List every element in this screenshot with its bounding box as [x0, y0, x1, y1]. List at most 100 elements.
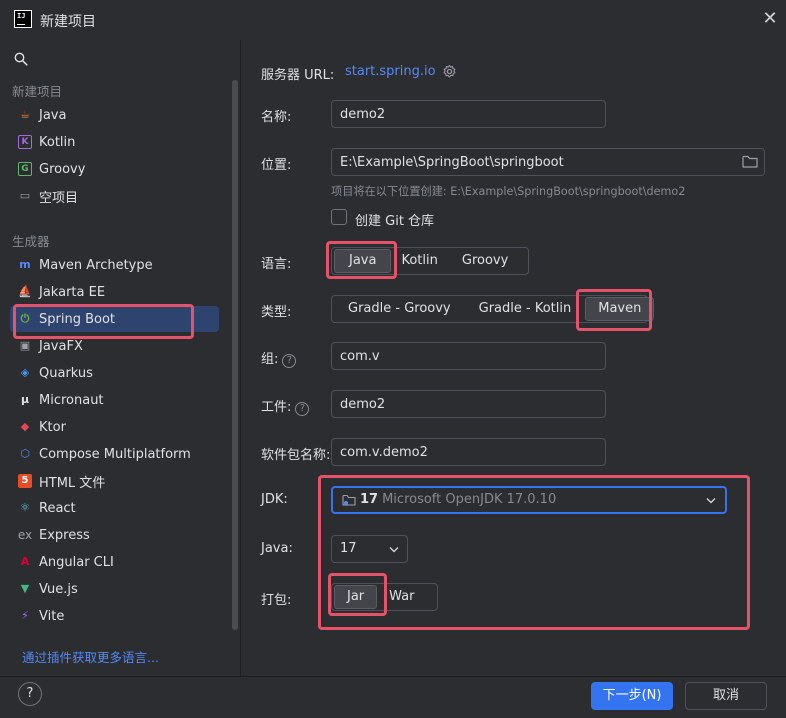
sidebar-item-label: HTML 文件 — [39, 475, 106, 491]
help-icon[interactable]: ? — [295, 402, 310, 416]
language-option-kotlin[interactable]: Kotlin — [391, 249, 449, 273]
ktor-icon: ◆ — [20, 420, 30, 433]
packaging-label: 打包: — [261, 593, 292, 608]
groovy-icon: G — [18, 162, 32, 176]
sidebar-item-label: Micronaut — [39, 392, 104, 408]
language-label: 语言: — [261, 257, 292, 272]
sidebar-item-compose[interactable]: ⬡ Compose Multiplatform — [10, 441, 219, 467]
language-option-groovy[interactable]: Groovy — [450, 249, 520, 273]
type-option-gradle-groovy[interactable]: Gradle - Groovy — [334, 297, 465, 321]
chevron-down-icon — [706, 498, 716, 504]
jakarta-ee-icon: ⛵ — [18, 285, 32, 298]
sidebar-item-kotlin[interactable]: K Kotlin — [10, 129, 219, 155]
sidebar-item-quarkus[interactable]: ◈ Quarkus — [10, 360, 219, 386]
server-url-label: 服务器 URL: — [261, 68, 335, 83]
html5-icon: 5 — [18, 474, 32, 488]
git-checkbox-label: 创建 Git 仓库 — [355, 214, 435, 229]
packaging-option-jar[interactable]: Jar — [334, 585, 378, 609]
express-icon: ex — [17, 528, 33, 542]
next-button[interactable]: 下一步(N) — [591, 682, 673, 710]
sidebar-item-vue[interactable]: ▼ Vue.js — [10, 576, 219, 602]
sidebar-item-label: Vue.js — [39, 581, 78, 597]
sidebar-item-empty-project[interactable]: ▭ 空项目 — [10, 183, 219, 209]
language-selector: Java Kotlin Groovy — [331, 247, 529, 275]
sidebar-item-label: React — [39, 500, 76, 516]
help-button[interactable]: ? — [18, 682, 42, 706]
java-version-value: 17 — [340, 541, 357, 556]
server-url-link[interactable]: start.spring.io — [345, 64, 436, 79]
sidebar-item-label: Java — [39, 107, 67, 123]
empty-project-icon: ▭ — [19, 189, 31, 202]
sidebar-item-html5[interactable]: 5 HTML 文件 — [10, 468, 219, 494]
jdk-dropdown[interactable]: 17 Microsoft OpenJDK 17.0.10 — [331, 486, 727, 514]
quarkus-icon: ◈ — [20, 366, 30, 379]
intellij-app-icon: IJ — [14, 10, 32, 28]
jdk-label: JDK: — [261, 492, 288, 507]
sidebar-item-maven[interactable]: m Maven Archetype — [10, 252, 219, 278]
kotlin-icon: K — [18, 135, 32, 149]
sidebar-item-label: Quarkus — [39, 365, 93, 381]
sidebar-item-label: Compose Multiplatform — [39, 446, 191, 462]
sidebar-item-express[interactable]: ex Express — [10, 522, 219, 548]
sidebar-item-label: 空项目 — [39, 190, 79, 206]
sidebar-item-label: Vite — [39, 608, 65, 624]
build-type-selector: Gradle - Groovy Gradle - Kotlin Maven — [331, 295, 655, 323]
sidebar-item-groovy[interactable]: G Groovy — [10, 156, 219, 182]
sidebar-item-label: Groovy — [39, 161, 86, 177]
sidebar-item-javafx[interactable]: ▣ JavaFX — [10, 333, 219, 359]
type-label: 类型: — [261, 305, 292, 320]
sidebar-item-micronaut[interactable]: μ Micronaut — [10, 387, 219, 413]
sidebar-item-react[interactable]: ⚛ React — [10, 495, 219, 521]
sidebar-item-label: Maven Archetype — [39, 257, 153, 273]
angular-icon: A — [20, 555, 30, 568]
artifact-input[interactable] — [331, 390, 606, 418]
name-label: 名称: — [261, 110, 292, 125]
sidebar-item-label: Express — [39, 527, 90, 543]
java-version-dropdown[interactable]: 17 — [331, 535, 408, 563]
name-input[interactable] — [331, 100, 606, 128]
package-name-label: 软件包名称: — [261, 448, 331, 463]
java-version-label: Java: — [261, 541, 293, 556]
location-input[interactable] — [331, 148, 765, 176]
help-icon[interactable]: ? — [282, 354, 297, 368]
type-option-gradle-kotlin[interactable]: Gradle - Kotlin — [465, 297, 586, 321]
more-plugins-link[interactable]: 通过插件获取更多语言... — [22, 647, 159, 666]
sidebar-item-vite[interactable]: ⚡ Vite — [10, 603, 219, 629]
folder-icon[interactable] — [742, 155, 758, 168]
sidebar-item-spring-boot[interactable]: ⏻ Spring Boot — [10, 306, 219, 332]
gear-icon[interactable] — [442, 64, 457, 79]
type-option-maven[interactable]: Maven — [585, 297, 655, 321]
sidebar-item-angular[interactable]: A Angular CLI — [10, 549, 219, 575]
generators-header: 生成器 — [12, 234, 50, 249]
sidebar-item-label: Angular CLI — [39, 554, 114, 570]
artifact-label-text: 工件: — [261, 400, 292, 415]
group-label: 组:? — [261, 348, 297, 368]
language-option-java[interactable]: Java — [334, 249, 392, 273]
sidebar-item-ktor[interactable]: ◆ Ktor — [10, 414, 219, 440]
package-name-input[interactable] — [331, 438, 606, 466]
sidebar-scrollbar[interactable] — [232, 80, 238, 630]
sidebar-item-jakarta-ee[interactable]: ⛵ Jakarta EE — [10, 279, 219, 305]
packaging-selector: Jar War — [331, 583, 438, 611]
vite-icon: ⚡ — [21, 609, 29, 622]
java-cup-icon: ☕ — [20, 108, 30, 121]
micronaut-icon: μ — [20, 393, 30, 406]
javafx-icon: ▣ — [19, 339, 31, 352]
artifact-label: 工件:? — [261, 396, 310, 416]
cancel-button[interactable]: 取消 — [685, 682, 767, 710]
vue-icon: ▼ — [20, 582, 30, 595]
sidebar-item-java-cup[interactable]: ☕ Java — [10, 102, 219, 128]
spring-boot-icon: ⏻ — [20, 312, 30, 325]
packaging-option-war[interactable]: War — [377, 585, 426, 609]
jdk-folder-icon — [342, 494, 356, 506]
react-icon: ⚛ — [20, 501, 30, 514]
compose-icon: ⬡ — [20, 447, 30, 460]
close-icon[interactable]: ✕ — [760, 8, 780, 30]
location-hint: 项目将在以下位置创建: E:\Example\SpringBoot\spring… — [331, 185, 686, 198]
jdk-name: Microsoft OpenJDK 17.0.10 — [382, 492, 557, 507]
group-input[interactable] — [331, 342, 606, 370]
search-icon[interactable] — [14, 52, 28, 66]
git-checkbox[interactable] — [331, 209, 347, 225]
new-project-header: 新建项目 — [12, 84, 63, 99]
window-title: 新建项目 — [40, 14, 96, 30]
